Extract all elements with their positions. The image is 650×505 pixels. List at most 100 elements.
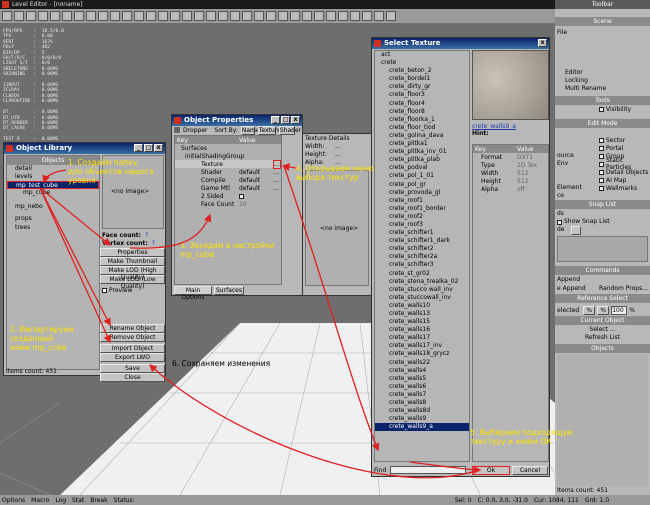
toolbar-icon-10[interactable] [110,11,120,21]
texture-item[interactable]: crete_roof1 [375,197,469,205]
texture-item[interactable]: crete_floor4 [375,100,469,108]
refresh-list-button[interactable]: Refresh List [555,334,650,341]
visibility-checkbox[interactable] [599,106,604,112]
maximize-button[interactable]: □ [144,144,153,152]
sort-texture-button[interactable]: Texture [257,125,281,135]
e-append-label[interactable]: e Append [557,285,586,292]
export-lwo-button[interactable]: Export LWO [100,353,165,362]
dropper-label[interactable]: Dropper [183,127,207,134]
toolbar-icon-21[interactable] [242,11,252,21]
texture-item[interactable]: crete_stuccowall_inv [375,294,469,302]
ellipsis-icon[interactable]: … [273,177,279,184]
texture-item-selected[interactable]: crete_walls9_a [375,423,469,432]
toolbar-icon-13[interactable] [146,11,156,21]
rename-object-button[interactable]: Rename Object [100,324,165,333]
ok-button[interactable]: Ok [472,466,510,475]
prop-value[interactable]: default [239,177,273,184]
texture-item[interactable]: crete_schifter2a [375,253,469,261]
toolbar-icon-12[interactable] [134,11,144,21]
select-button[interactable]: Select ... [555,326,650,333]
texture-item[interactable]: crete_floorka_1 [375,116,469,124]
texture-item[interactable]: crete_walls17 [375,334,469,342]
toolbar-icon-22[interactable] [254,11,264,21]
texture-item[interactable]: crete_walls13 [375,310,469,318]
texture-item[interactable]: crete_walls5 [375,375,469,383]
de-button[interactable] [570,225,581,235]
static-particles-checkbox[interactable] [599,161,604,167]
texture-item[interactable]: crete_schifter1 [375,229,469,237]
texture-browse-button[interactable]: … [273,159,281,169]
toolbar-icon-18[interactable] [206,11,216,21]
sort-shader-button[interactable]: Shader [278,125,301,135]
texture-item[interactable]: crete_walls15 [375,318,469,326]
editor-label[interactable]: Editor [565,69,583,76]
toolbar-icon-23[interactable] [266,11,276,21]
toolbar-icon-1[interactable] [2,11,12,21]
texture-item[interactable]: crete_walls17_inv [375,342,469,350]
texture-item[interactable]: crete_plitka1 [375,140,469,148]
texture-item[interactable]: crete_schifter3 [375,261,469,269]
find-input[interactable] [390,466,467,474]
texture-item[interactable]: crete_beton_2 [375,67,469,75]
texture-item[interactable]: crete_walls18_grycz [375,350,469,358]
texture-item[interactable]: crete_st_gr02 [375,270,469,278]
texture-item[interactable]: crete_walls7 [375,391,469,399]
texture-item[interactable]: crete_stucco wall_inv [375,286,469,294]
two-sided-checkbox[interactable] [239,193,244,199]
texture-item[interactable]: crete [375,59,469,67]
toolbar-icon-5[interactable] [50,11,60,21]
ellipsis-icon[interactable]: … [273,185,279,192]
toolbar-icon-28[interactable] [326,11,336,21]
toolbar-icon-32[interactable] [374,11,384,21]
pct-input[interactable]: 100 [611,305,628,315]
toolbar-icon-26[interactable] [302,11,312,21]
texture-item[interactable]: act [375,51,469,59]
options-menu[interactable]: Options [2,497,25,504]
random-props-button[interactable]: Random Props... [599,285,648,292]
minimize-button[interactable]: _ [271,116,280,124]
file-label[interactable]: File [557,29,567,36]
cancel-button[interactable]: Cancel [512,466,548,475]
minimize-button[interactable]: _ [134,144,143,152]
texture-item[interactable]: crete_golina_dava [375,132,469,140]
close-icon[interactable]: x [291,116,300,124]
tab-surfaces[interactable]: Surfaces [214,285,244,295]
dropper-icon[interactable] [174,127,180,133]
texture-item[interactable]: crete_stena_trealka_02 [375,278,469,286]
texture-item[interactable]: crete_walls8 [375,399,469,407]
show-snap-list-checkbox[interactable] [557,219,562,225]
texture-item[interactable]: crete_walls16 [375,326,469,334]
prop-key[interactable]: Texture [175,161,239,168]
group-checkbox[interactable] [599,153,604,159]
close-icon[interactable]: x [538,39,547,47]
prop-key[interactable]: Compile [175,177,239,184]
objects-list[interactable] [557,354,648,486]
texture-item[interactable]: crete_walls6 [375,383,469,391]
wallmarks-checkbox[interactable] [599,185,604,191]
tab-main-options[interactable]: Main Options [174,285,212,301]
portal-checkbox[interactable] [599,145,604,151]
toolbar-icon-7[interactable] [74,11,84,21]
texture-item[interactable]: crete_provoda_gl [375,189,469,197]
locking-label[interactable]: Locking [565,77,588,84]
texture-item[interactable]: crete_plitka_inv_01 [375,148,469,156]
toolbar-icon-30[interactable] [350,11,360,21]
texture-item[interactable]: crete_walls4 [375,367,469,375]
tree-item[interactable]: props [7,215,99,223]
toolbar-icon-24[interactable] [278,11,288,21]
texture-item[interactable]: crete_dirty_gr [375,83,469,91]
toolbar-icon-27[interactable] [314,11,324,21]
ellipsis-icon[interactable]: … [273,169,279,176]
texture-item[interactable]: crete_roof1_border [375,205,469,213]
toolbar-icon-11[interactable] [122,11,132,21]
toolbar-icon-19[interactable] [218,11,228,21]
toolbar-icon-6[interactable] [62,11,72,21]
texture-list[interactable]: act crete crete_beton_2 crete_bordel1 crete_… [374,50,470,462]
toolbar-icon-9[interactable] [98,11,108,21]
toolbar-icon-17[interactable] [194,11,204,21]
texture-item[interactable]: crete_podval [375,164,469,172]
break-button[interactable]: Break [90,497,107,504]
toolbar-icon-3[interactable] [26,11,36,21]
toolbar-icon-20[interactable] [230,11,240,21]
texture-item[interactable]: crete_floor3 [375,91,469,99]
